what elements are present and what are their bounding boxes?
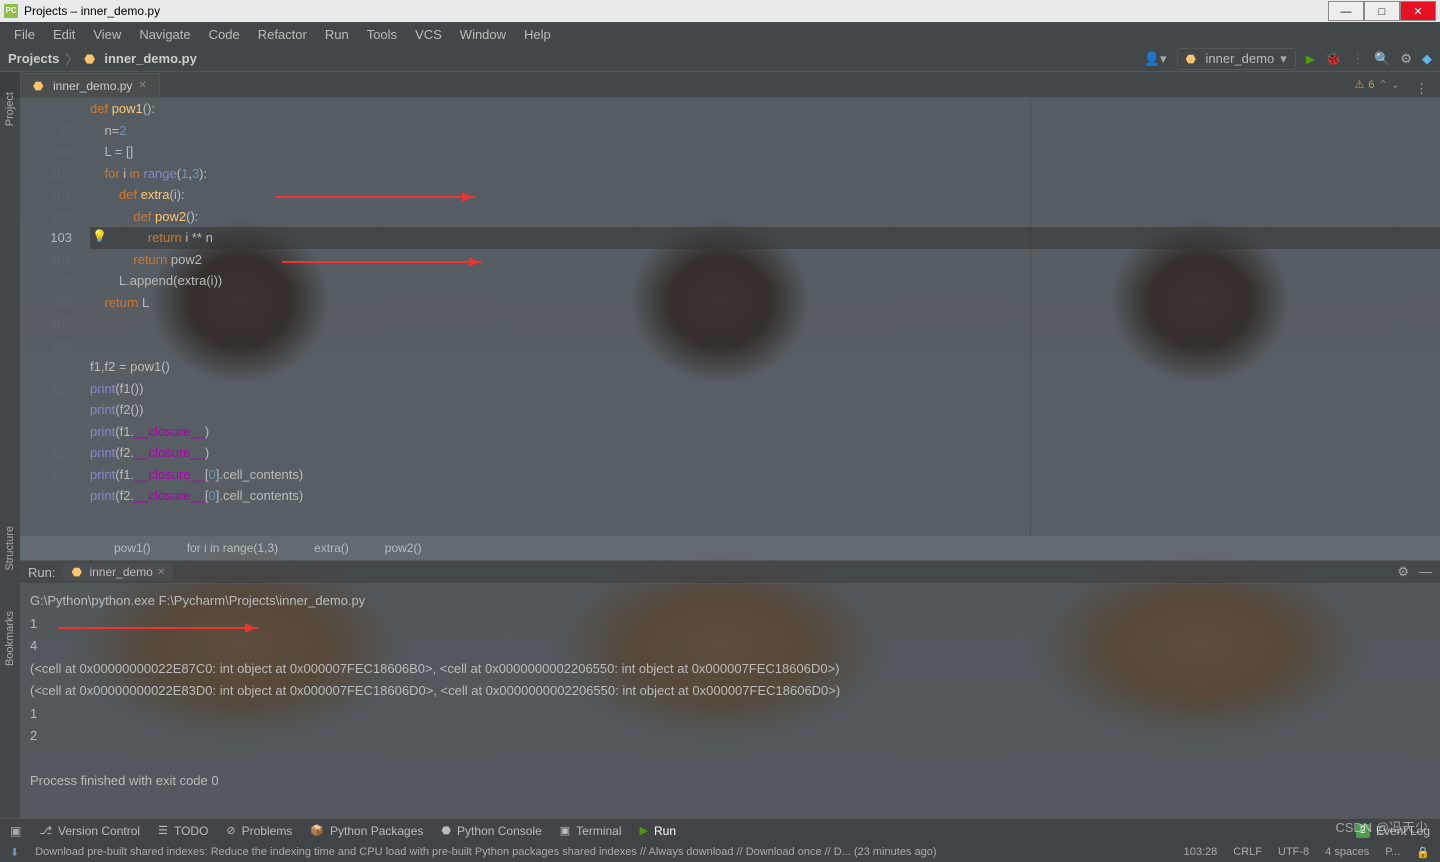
run-tab[interactable]: ⬣ inner_demo ✕ bbox=[63, 563, 173, 581]
menu-window[interactable]: Window bbox=[452, 25, 514, 44]
toolbar: Projects 〉 ⬣ inner_demo.py 👤▾ ⬣ inner_de… bbox=[0, 46, 1440, 72]
tool-todo[interactable]: ☰TODO bbox=[158, 824, 208, 838]
tool-python-packages[interactable]: 📦Python Packages bbox=[310, 824, 423, 838]
code-editor[interactable]: 98 99 100 101 102 103 104 105 106 107 10… bbox=[20, 98, 1440, 536]
debug-button[interactable]: 🐞 bbox=[1325, 51, 1341, 67]
left-tool-strip: Project Structure Bookmarks bbox=[0, 72, 20, 818]
run-panel: Run: ⬣ inner_demo ✕ ⚙ — G:\Python\python… bbox=[20, 560, 1440, 818]
breadcrumb: Projects 〉 ⬣ inner_demo.py bbox=[8, 49, 197, 68]
annotation-arrow-2 bbox=[282, 261, 482, 263]
editor-tabs: ⬣ inner_demo.py ✕ ⚠ 6 ⌃ ⌄ ⋮ bbox=[0, 72, 1440, 98]
status-encoding[interactable]: UTF-8 bbox=[1278, 846, 1309, 859]
python-file-icon: ⬣ bbox=[84, 52, 98, 66]
run-title: Run: bbox=[28, 565, 55, 580]
lock-icon[interactable]: 🔒 bbox=[1416, 846, 1430, 859]
tool-problems[interactable]: ⊘Problems bbox=[226, 824, 292, 838]
menu-vcs[interactable]: VCS bbox=[407, 25, 450, 44]
tool-structure[interactable]: Structure bbox=[4, 526, 16, 571]
user-icon[interactable]: 👤▾ bbox=[1144, 51, 1167, 67]
window-icon[interactable]: ▣ bbox=[10, 824, 21, 838]
tool-terminal[interactable]: ▣Terminal bbox=[560, 824, 622, 838]
python-icon: ⬣ bbox=[1186, 52, 1200, 66]
bottom-tool-tabs: ▣ ⎇Version Control ☰TODO ⊘Problems 📦Pyth… bbox=[0, 818, 1440, 842]
tab-inner-demo[interactable]: ⬣ inner_demo.py ✕ bbox=[20, 73, 160, 97]
crumb-for[interactable]: for i in range(1,3) bbox=[177, 539, 288, 557]
run-hide-icon[interactable]: — bbox=[1419, 564, 1432, 580]
status-message[interactable]: Download pre-built shared indexes: Reduc… bbox=[35, 846, 936, 858]
run-button[interactable]: ▶ bbox=[1306, 52, 1315, 66]
run-config-selector[interactable]: ⬣ inner_demo ▾ bbox=[1177, 48, 1296, 70]
titlebar: PC Projects – inner_demo.py — □ ✕ bbox=[0, 0, 1440, 22]
status-interpreter[interactable]: P... bbox=[1385, 846, 1400, 859]
status-position[interactable]: 103:28 bbox=[1184, 846, 1218, 859]
python-file-icon: ⬣ bbox=[33, 79, 47, 93]
breadcrumb-file[interactable]: inner_demo.py bbox=[104, 51, 196, 66]
minimize-button[interactable]: — bbox=[1328, 1, 1364, 21]
status-indent[interactable]: 4 spaces bbox=[1325, 846, 1369, 859]
run-tab-close[interactable]: ✕ bbox=[157, 567, 165, 578]
python-icon: ⬣ bbox=[71, 565, 85, 579]
status-eol[interactable]: CRLF bbox=[1233, 846, 1262, 859]
tool-project[interactable]: Project bbox=[4, 92, 16, 126]
menu-view[interactable]: View bbox=[85, 25, 129, 44]
menu-tools[interactable]: Tools bbox=[359, 25, 405, 44]
annotation-arrow-1 bbox=[275, 196, 475, 198]
more-actions-icon[interactable]: ⋮ bbox=[1415, 81, 1428, 97]
menu-run[interactable]: Run bbox=[317, 25, 357, 44]
run-config-label: inner_demo bbox=[1206, 51, 1275, 66]
annotation-arrow-3 bbox=[58, 627, 258, 629]
tool-run[interactable]: ▶Run bbox=[640, 824, 676, 838]
menu-edit[interactable]: Edit bbox=[45, 25, 83, 44]
warning-icon: ⚠ bbox=[1355, 78, 1365, 91]
tool-python-console[interactable]: ⬣Python Console bbox=[441, 824, 541, 838]
warnings-badge[interactable]: ⚠ 6 ⌃ ⌄ bbox=[1355, 78, 1401, 91]
run-settings-icon[interactable]: ⚙ bbox=[1397, 564, 1409, 580]
close-button[interactable]: ✕ bbox=[1400, 1, 1436, 21]
tab-close-icon[interactable]: ✕ bbox=[138, 80, 146, 91]
menu-refactor[interactable]: Refactor bbox=[250, 25, 315, 44]
console-output[interactable]: G:\Python\python.exe F:\Pycharm\Projects… bbox=[20, 584, 1440, 799]
crumb-pow1[interactable]: pow1() bbox=[104, 539, 161, 557]
crumb-pow2[interactable]: pow2() bbox=[375, 539, 432, 557]
breadcrumb-root[interactable]: Projects bbox=[8, 51, 59, 66]
intention-bulb-icon[interactable]: 💡 bbox=[92, 229, 107, 243]
run-header: Run: ⬣ inner_demo ✕ ⚙ — bbox=[20, 560, 1440, 584]
app-icon: PC bbox=[4, 4, 18, 18]
tab-label: inner_demo.py bbox=[53, 79, 132, 93]
maximize-button[interactable]: □ bbox=[1364, 1, 1400, 21]
code-area[interactable]: def pow1(): n=2 L = [] for i in range(1,… bbox=[90, 98, 1440, 536]
watermark: CSDN @冯天少 bbox=[1335, 817, 1428, 836]
menu-help[interactable]: Help bbox=[516, 25, 559, 44]
gutter: 98 99 100 101 102 103 104 105 106 107 10… bbox=[20, 98, 90, 536]
menu-code[interactable]: Code bbox=[201, 25, 248, 44]
menu-file[interactable]: File bbox=[6, 25, 43, 44]
run-tab-label: inner_demo bbox=[89, 565, 152, 579]
ide-icon[interactable]: ◆ bbox=[1422, 51, 1432, 67]
tool-bookmarks[interactable]: Bookmarks bbox=[4, 611, 16, 666]
search-icon[interactable]: 🔍 bbox=[1374, 51, 1390, 67]
editor-breadcrumb: pow1()〉 for i in range(1,3)〉 extra()〉 po… bbox=[20, 536, 1440, 560]
menubar: File Edit View Navigate Code Refactor Ru… bbox=[0, 22, 1440, 46]
tool-version-control[interactable]: ⎇Version Control bbox=[39, 824, 140, 838]
download-icon[interactable]: ⬇ bbox=[10, 846, 19, 859]
settings-icon[interactable]: ⚙ bbox=[1400, 51, 1412, 67]
crumb-extra[interactable]: extra() bbox=[304, 539, 359, 557]
menu-navigate[interactable]: Navigate bbox=[131, 25, 198, 44]
statusbar: ⬇ Download pre-built shared indexes: Red… bbox=[0, 842, 1440, 862]
window-title: Projects – inner_demo.py bbox=[24, 4, 160, 18]
